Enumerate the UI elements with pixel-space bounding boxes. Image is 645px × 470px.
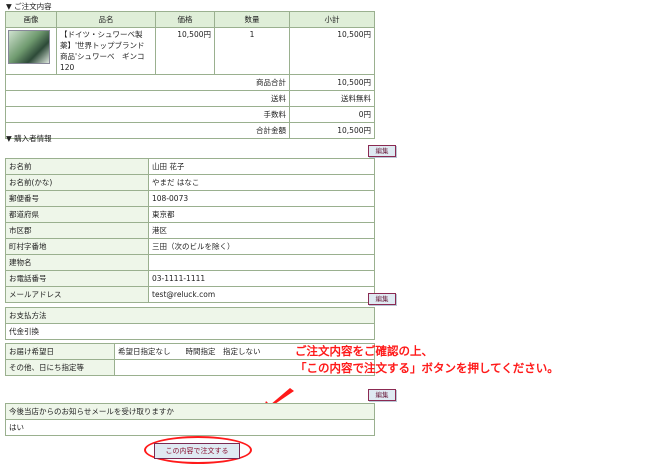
newsletter-label: 今後当店からのお知らせメールを受け取りますか xyxy=(5,403,375,420)
order-header-qty: 数量 xyxy=(214,11,290,28)
buyer-label: 町村字番地 xyxy=(5,238,149,255)
delivery-label: その他、日にち指定等 xyxy=(5,359,115,376)
order-header-subtotal: 小計 xyxy=(289,11,375,28)
total-label-goods: 商品合計 xyxy=(5,74,290,91)
newsletter-edit-button[interactable]: 編集 xyxy=(368,389,396,401)
order-item-row: 【ドイツ・シュワーベ製薬】'世界トップブランド商品'シュワーベ ギンコ120 1… xyxy=(5,27,375,75)
order-total-row: 商品合計 10,500円 xyxy=(5,74,375,91)
newsletter-value: はい xyxy=(5,419,375,436)
buyer-label: 郵便番号 xyxy=(5,190,149,207)
buyer-value: やまだ はなこ xyxy=(148,174,375,191)
payment-edit-button[interactable]: 編集 xyxy=(368,293,396,305)
buyer-row: 町村字番地 三田（次のビルを除く） xyxy=(5,238,375,255)
instruction-note-line1: ご注文内容をご確認の上、 xyxy=(295,344,433,358)
buyer-row: 郵便番号 108-0073 xyxy=(5,190,375,207)
newsletter-table: 今後当店からのお知らせメールを受け取りますか はい xyxy=(5,403,375,436)
buyer-section-title: ▼ 購入者情報 xyxy=(6,134,52,143)
order-total-row: 合計金額 10,500円 xyxy=(5,122,375,139)
total-value-goods: 10,500円 xyxy=(289,74,375,91)
order-table: 画像 品名 価格 数量 小計 【ドイツ・シュワーベ製薬】'世界トップブランド商品… xyxy=(5,11,375,139)
buyer-label: お名前(かな) xyxy=(5,174,149,191)
order-item-subtotal: 10,500円 xyxy=(289,27,375,75)
buyer-label: 都道府県 xyxy=(5,206,149,223)
buyer-value: 東京都 xyxy=(148,206,375,223)
buyer-row: お電話番号 03-1111-1111 xyxy=(5,270,375,287)
buyer-row: お名前(かな) やまだ はなこ xyxy=(5,174,375,191)
buyer-row: 市区郡 港区 xyxy=(5,222,375,239)
buyer-edit-button[interactable]: 編集 xyxy=(368,145,396,157)
buyer-value: 港区 xyxy=(148,222,375,239)
payment-label: お支払方法 xyxy=(5,307,375,324)
order-header-name: 品名 xyxy=(56,11,156,28)
instruction-note-line2: 「この内容で注文する」ボタンを押してください。 xyxy=(295,361,559,375)
total-label-shipping: 送料 xyxy=(5,90,290,107)
buyer-row: お名前 山田 花子 xyxy=(5,158,375,175)
delivery-label: お届け希望日 xyxy=(5,343,115,360)
order-item-qty: 1 xyxy=(214,27,290,75)
buyer-value: 山田 花子 xyxy=(148,158,375,175)
order-item-price: 10,500円 xyxy=(155,27,215,75)
buyer-label: お電話番号 xyxy=(5,270,149,287)
buyer-value xyxy=(148,254,375,271)
buyer-value: 108-0073 xyxy=(148,190,375,207)
payment-table: お支払方法 代金引換 xyxy=(5,307,375,340)
buyer-value: test@reluck.com xyxy=(148,286,375,303)
buyer-label: 建物名 xyxy=(5,254,149,271)
total-value-shipping: 送料無料 xyxy=(289,90,375,107)
payment-value: 代金引換 xyxy=(5,323,375,340)
order-total-row: 手数料 0円 xyxy=(5,106,375,123)
buyer-label: 市区郡 xyxy=(5,222,149,239)
buyer-row: 建物名 xyxy=(5,254,375,271)
buyer-row: 都道府県 東京都 xyxy=(5,206,375,223)
order-total-row: 送料 送料無料 xyxy=(5,90,375,107)
buyer-label: お名前 xyxy=(5,158,149,175)
buyer-value: 三田（次のビルを除く） xyxy=(148,238,375,255)
buyer-table: お名前 山田 花子 お名前(かな) やまだ はなこ 郵便番号 108-0073 都道府… xyxy=(5,158,375,303)
total-value-fee: 0円 xyxy=(289,106,375,123)
buyer-row: メールアドレス test@reluck.com xyxy=(5,286,375,303)
total-label-fee: 手数料 xyxy=(5,106,290,123)
order-item-name[interactable]: 【ドイツ・シュワーベ製薬】'世界トップブランド商品'シュワーベ ギンコ120 xyxy=(56,27,156,75)
order-header-image: 画像 xyxy=(5,11,57,28)
buyer-label: メールアドレス xyxy=(5,286,149,303)
product-thumbnail[interactable] xyxy=(8,30,50,64)
submit-order-button[interactable]: この内容で注文する xyxy=(154,443,240,459)
total-value-grand: 10,500円 xyxy=(289,122,375,139)
order-header-price: 価格 xyxy=(155,11,215,28)
buyer-value: 03-1111-1111 xyxy=(148,270,375,287)
